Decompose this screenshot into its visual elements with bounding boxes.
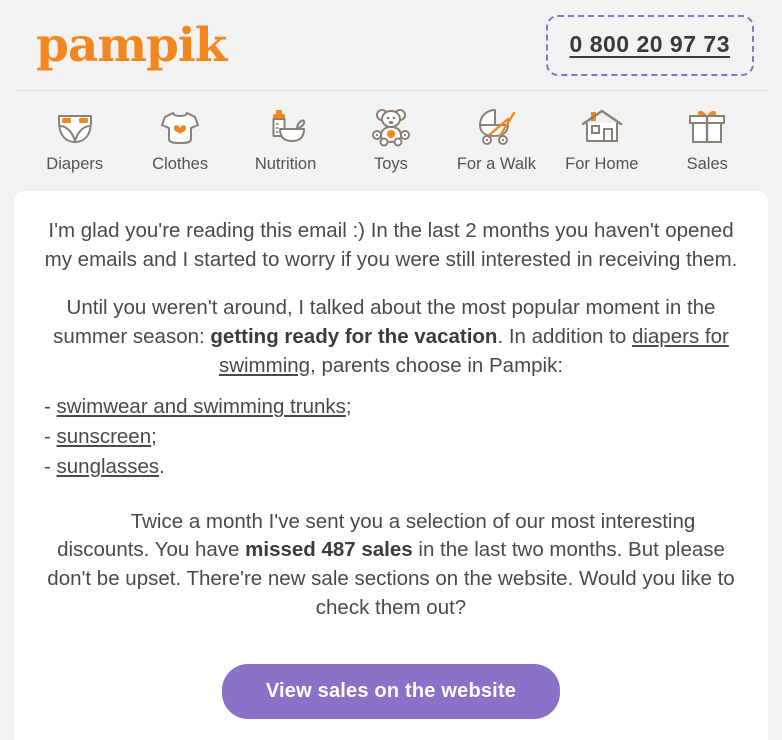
nav-item-sales[interactable]: Sales	[655, 105, 760, 174]
link-swimwear[interactable]: swimwear and swimming trunks	[57, 395, 346, 418]
list-tail: ;	[151, 425, 157, 449]
nav-item-toys[interactable]: Toys	[338, 105, 443, 174]
p2-text-part-2: . In addition to	[497, 325, 632, 349]
link-sunscreen[interactable]: sunscreen	[57, 425, 152, 448]
nav-label-for-toys: Toys	[374, 155, 408, 173]
nav-label-sales: Sales	[686, 155, 728, 173]
list-dash: -	[44, 454, 57, 478]
phone-number-text[interactable]: 0 800 20 97 73	[570, 31, 730, 58]
paragraph-3: Twice a month I've sent you a selection …	[44, 508, 738, 623]
house-icon	[578, 105, 626, 149]
category-nav: Diapers Clothes Nutrition Toys For a Wal…	[0, 91, 782, 191]
paragraph-1: I'm glad you're reading this email :) In…	[44, 219, 738, 271]
link-sunglasses[interactable]: sunglasses	[57, 455, 160, 478]
bottle-bowl-icon	[262, 105, 310, 149]
email-body: pampik 0 800 20 97 73 Diapers Clothes Nu…	[0, 0, 782, 740]
nav-label-nutrition: Nutrition	[254, 155, 317, 173]
list-item: - swimwear and swimming trunks;	[44, 392, 738, 422]
onesie-icon	[156, 105, 204, 149]
p3-bold-missed-sales: missed 487 sales	[245, 538, 413, 562]
email-content-card: I'm glad you're reading this email :) In…	[14, 191, 768, 740]
list-dash: -	[44, 395, 57, 419]
gift-icon	[683, 105, 731, 149]
nav-item-diapers[interactable]: Diapers	[22, 105, 127, 174]
paragraph-2: Until you weren't around, I talked about…	[44, 294, 738, 380]
p2-text-part-3: , parents choose in Pampik:	[310, 353, 564, 377]
nav-label-clothes: Clothes	[152, 155, 209, 173]
nav-item-clothes[interactable]: Clothes	[127, 105, 232, 174]
product-link-list: - swimwear and swimming trunks; - sunscr…	[44, 392, 738, 481]
cta-row: View sales on the website	[44, 664, 738, 720]
nav-label-for-home: For Home	[565, 155, 639, 173]
list-tail: .	[159, 454, 165, 478]
nav-item-for-a-walk[interactable]: For a Walk	[444, 105, 549, 174]
list-dash: -	[44, 425, 57, 449]
nav-label-for-a-walk: For a Walk	[456, 155, 536, 173]
nav-item-nutrition[interactable]: Nutrition	[233, 105, 338, 174]
phone-number-box[interactable]: 0 800 20 97 73	[545, 14, 754, 76]
nav-label-diapers: Diapers	[46, 155, 104, 173]
list-item: - sunscreen;	[44, 422, 738, 452]
teddy-bear-icon	[367, 105, 415, 149]
list-item: - sunglasses.	[44, 452, 738, 482]
view-sales-button[interactable]: View sales on the website	[221, 664, 561, 720]
diaper-icon	[51, 105, 99, 149]
pampik-logo[interactable]: pampik	[36, 22, 227, 69]
p2-bold-vacation: getting ready for the vacation	[210, 325, 498, 349]
list-tail: ;	[345, 395, 352, 419]
stroller-icon	[472, 105, 520, 149]
nav-item-for-home[interactable]: For Home	[549, 105, 654, 174]
email-header: pampik 0 800 20 97 73	[0, 0, 782, 90]
